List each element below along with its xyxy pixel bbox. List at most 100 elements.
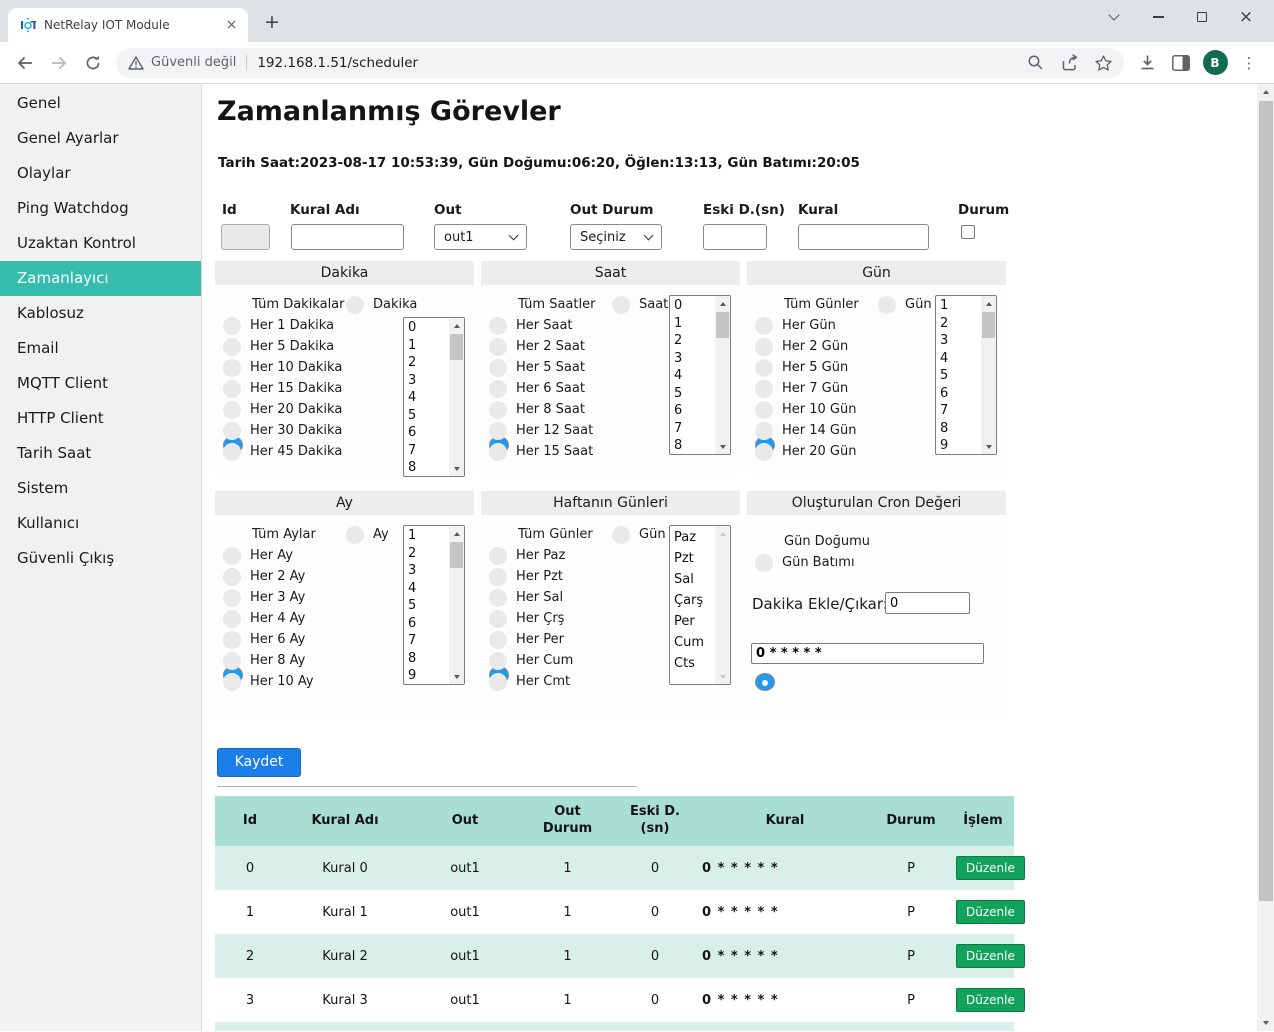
radio-t-m-g-nler[interactable]: Tüm Günler: [489, 524, 593, 545]
listbox-scroll-down-arrow[interactable]: [715, 669, 730, 684]
listbox-option[interactable]: 2: [940, 315, 981, 333]
radio-her-5-g-n[interactable]: Her 5 Gün: [755, 357, 859, 378]
listbox-option[interactable]: 0: [408, 319, 449, 337]
listbox-option[interactable]: 3: [674, 350, 715, 368]
listbox-scrollbar-thumb[interactable]: [450, 542, 463, 568]
sidebar-item-kablosuz[interactable]: Kablosuz: [0, 296, 201, 331]
radio-dakika-custom[interactable]: Dakika: [346, 294, 417, 315]
sidebar-item-email[interactable]: Email: [0, 331, 201, 366]
dakika-listbox[interactable]: 0123456789: [403, 317, 465, 477]
cron-value-input[interactable]: [751, 643, 984, 664]
share-icon[interactable]: [1060, 54, 1079, 71]
radio-her-6-saat[interactable]: Her 6 Saat: [489, 378, 595, 399]
listbox-option[interactable]: 8: [674, 437, 715, 454]
listbox-option[interactable]: 1: [940, 297, 981, 315]
listbox-option[interactable]: 8: [408, 459, 449, 476]
listbox-option[interactable]: 8: [940, 420, 981, 438]
browser-chevron-icon[interactable]: [1092, 2, 1136, 32]
radio-t-m-aylar[interactable]: Tüm Aylar: [223, 524, 316, 545]
radio-her-r[interactable]: Her Çrş: [489, 608, 593, 629]
new-tab-button[interactable]: +: [258, 9, 286, 37]
radio-her-saat[interactable]: Her Saat: [489, 315, 595, 336]
listbox-option[interactable]: 4: [408, 389, 449, 407]
radio-her-5-dakika[interactable]: Her 5 Dakika: [223, 336, 345, 357]
url-text[interactable]: 192.168.1.51/scheduler: [257, 55, 1011, 71]
radio-t-m-saatler[interactable]: Tüm Saatler: [489, 294, 595, 315]
download-icon[interactable]: [1130, 46, 1164, 80]
listbox-option[interactable]: Cts: [674, 653, 715, 674]
status-checkbox[interactable]: [961, 225, 975, 239]
listbox-option[interactable]: 1: [408, 527, 449, 545]
listbox-scrollbar[interactable]: [715, 296, 730, 454]
close-button[interactable]: ×: [1224, 2, 1268, 32]
listbox-scrollbar-thumb[interactable]: [450, 334, 463, 360]
sidebar-item-g-venli-k[interactable]: Güvenli Çıkış: [0, 541, 201, 576]
listbox-option[interactable]: 2: [408, 545, 449, 563]
listbox-option[interactable]: 3: [408, 562, 449, 580]
listbox-scrollbar[interactable]: [449, 526, 464, 684]
out-select[interactable]: out1: [434, 224, 527, 250]
listbox-scroll-down-arrow[interactable]: [981, 439, 996, 454]
radio-her-3-ay[interactable]: Her 3 Ay: [223, 587, 316, 608]
radio-g-n-custom[interactable]: Gün: [878, 294, 932, 315]
listbox-scroll-down-arrow[interactable]: [449, 461, 464, 476]
listbox-option[interactable]: 5: [940, 367, 981, 385]
sidebar-item-genel-ayarlar[interactable]: Genel Ayarlar: [0, 121, 201, 156]
listbox-option[interactable]: 4: [408, 580, 449, 598]
security-label[interactable]: Güvenli değil: [151, 55, 236, 70]
listbox-option[interactable]: 8: [408, 650, 449, 668]
saat-listbox[interactable]: 0123456789: [669, 295, 731, 455]
listbox-option[interactable]: 6: [408, 424, 449, 442]
listbox-option[interactable]: 9: [408, 667, 449, 684]
radio-her-15-dakika[interactable]: Her 15 Dakika: [223, 378, 345, 399]
radio-her-10-ay[interactable]: Her 10 Ay: [223, 671, 316, 692]
radio-t-m-dakikalar[interactable]: Tüm Dakikalar: [223, 294, 345, 315]
radio-gun-batimi[interactable]: Gün Batımı: [755, 552, 870, 573]
sidebar-item-http-client[interactable]: HTTP Client: [0, 401, 201, 436]
sidebar-item-uzaktan-kontrol[interactable]: Uzaktan Kontrol: [0, 226, 201, 261]
sidebar-item-mqtt-client[interactable]: MQTT Client: [0, 366, 201, 401]
radio-ay-custom[interactable]: Ay: [346, 524, 389, 545]
listbox-option[interactable]: 1: [674, 315, 715, 333]
sidebar-item-sistem[interactable]: Sistem: [0, 471, 201, 506]
listbox-option[interactable]: Çarş: [674, 590, 715, 611]
listbox-option[interactable]: 9: [940, 437, 981, 454]
radio-gun-dogumu[interactable]: Gün Doğumu: [755, 531, 870, 552]
radio-her-10-dakika[interactable]: Her 10 Dakika: [223, 357, 345, 378]
sidebar-item-tarih-saat[interactable]: Tarih Saat: [0, 436, 201, 471]
scrollbar-up-arrow[interactable]: [1257, 84, 1274, 100]
radio-her-6-ay[interactable]: Her 6 Ay: [223, 629, 316, 650]
haftan-n-g-nleri-listbox[interactable]: PazPztSalÇarşPerCumCts: [669, 525, 731, 685]
listbox-option[interactable]: Cum: [674, 632, 715, 653]
listbox-option[interactable]: 3: [940, 332, 981, 350]
side-panel-icon[interactable]: [1164, 46, 1198, 80]
radio-her-paz[interactable]: Her Paz: [489, 545, 593, 566]
listbox-option[interactable]: 5: [674, 385, 715, 403]
rule-input[interactable]: [798, 224, 929, 250]
radio-her-10-g-n[interactable]: Her 10 Gün: [755, 399, 859, 420]
listbox-scroll-up-arrow[interactable]: [715, 526, 730, 541]
listbox-option[interactable]: 4: [940, 350, 981, 368]
old-state-input[interactable]: [703, 224, 767, 250]
minimize-button[interactable]: [1136, 2, 1180, 32]
listbox-option[interactable]: 7: [408, 632, 449, 650]
listbox-option[interactable]: Sal: [674, 569, 715, 590]
listbox-option[interactable]: 6: [940, 385, 981, 403]
listbox-option[interactable]: 2: [408, 354, 449, 372]
edit-button[interactable]: Düzenle: [956, 900, 1025, 924]
scrollbar-down-arrow[interactable]: [1257, 1015, 1274, 1031]
radio-her-1-dakika[interactable]: Her 1 Dakika: [223, 315, 345, 336]
scrollbar-thumb[interactable]: [1259, 101, 1273, 901]
out-state-select[interactable]: Seçiniz: [570, 224, 662, 250]
listbox-option[interactable]: 6: [674, 402, 715, 420]
radio-her-per[interactable]: Her Per: [489, 629, 593, 650]
listbox-option[interactable]: 7: [940, 402, 981, 420]
edit-button[interactable]: Düzenle: [956, 988, 1025, 1012]
listbox-option[interactable]: 7: [674, 420, 715, 438]
radio-her-8-ay[interactable]: Her 8 Ay: [223, 650, 316, 671]
page-scrollbar[interactable]: [1257, 84, 1274, 1031]
listbox-scrollbar-thumb[interactable]: [716, 312, 729, 338]
radio-her-4-ay[interactable]: Her 4 Ay: [223, 608, 316, 629]
listbox-option[interactable]: 5: [408, 407, 449, 425]
save-button[interactable]: Kaydet: [217, 748, 301, 777]
